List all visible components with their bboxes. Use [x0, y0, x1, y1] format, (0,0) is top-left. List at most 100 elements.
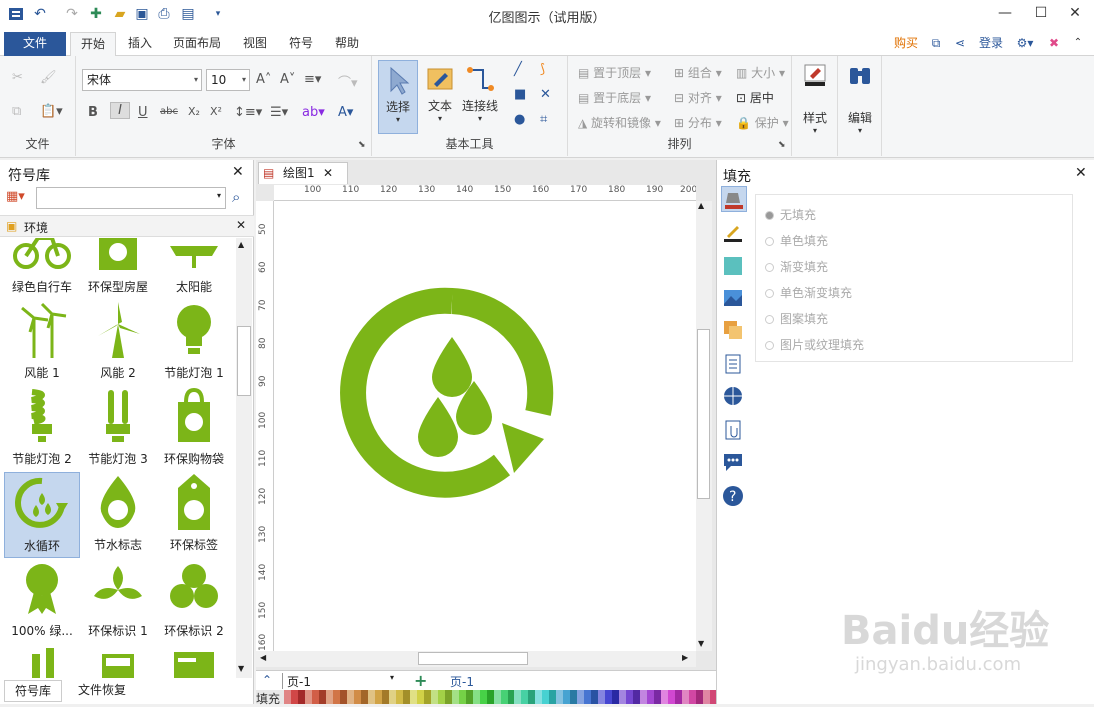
library-menu-icon[interactable]: ▦▾: [6, 189, 25, 204]
scroll-left-icon[interactable]: ◀: [260, 653, 266, 662]
category-header[interactable]: ▣ 环境 ✕: [0, 215, 254, 237]
symbol-bulb-2[interactable]: 节能灯泡 2: [4, 386, 80, 472]
hyperlink-globe-icon[interactable]: [721, 384, 747, 410]
font-dialog-launcher-icon[interactable]: ⬊: [358, 140, 366, 150]
symbol-eco-mark-2[interactable]: 环保标识 2: [156, 558, 232, 644]
connector-tool-button[interactable]: 连接线 ▾: [460, 60, 500, 134]
text-tool-button[interactable]: 文本 ▾: [422, 60, 458, 134]
palette-swatch[interactable]: [549, 690, 557, 704]
fill-option-texture[interactable]: 图片或纹理填充: [765, 336, 864, 353]
palette-swatch[interactable]: [668, 690, 676, 704]
palette-swatch[interactable]: [284, 690, 291, 704]
palette-swatch[interactable]: [563, 690, 571, 704]
palette-swatch[interactable]: [423, 690, 431, 704]
group-button[interactable]: ⊞ 组合 ▾: [674, 64, 722, 81]
cut-icon[interactable]: ✂: [12, 70, 23, 85]
fill-option-solid[interactable]: 单色填充: [765, 232, 828, 249]
palette-swatch[interactable]: [409, 690, 417, 704]
palette-swatch[interactable]: [311, 690, 319, 704]
palette-swatch[interactable]: [675, 690, 683, 704]
font-size-select[interactable]: 10 ▾: [206, 69, 250, 91]
collapse-ribbon-icon[interactable]: ⌃: [1068, 32, 1088, 56]
underline-icon[interactable]: U: [138, 105, 148, 120]
line-style-icon[interactable]: [721, 220, 747, 246]
tab-file[interactable]: 文件: [4, 32, 66, 56]
palette-swatch[interactable]: [486, 690, 494, 704]
image-icon[interactable]: [721, 286, 747, 312]
symbol-bulb-3[interactable]: 节能灯泡 3: [80, 386, 156, 472]
close-icon[interactable]: ✕: [1060, 2, 1090, 24]
page-up-icon[interactable]: ⌃: [262, 673, 272, 687]
grow-font-icon[interactable]: A˄: [256, 72, 271, 87]
symbol-machine[interactable]: [80, 644, 156, 678]
palette-swatch[interactable]: [640, 690, 648, 704]
palette-swatch[interactable]: [290, 690, 298, 704]
font-name-select[interactable]: 宋体 ▾: [82, 69, 202, 91]
palette-swatch[interactable]: [458, 690, 466, 704]
crop-tool-icon[interactable]: ⌗: [540, 112, 547, 127]
document-tab[interactable]: ▤ 绘图1 ✕: [258, 162, 348, 184]
symbol-wind-1[interactable]: 风能 1: [4, 300, 80, 386]
arrange-dialog-launcher-icon[interactable]: ⬊: [778, 140, 786, 150]
palette-swatch[interactable]: [472, 690, 480, 704]
symbol-eco-house[interactable]: 环保型房屋: [80, 238, 156, 300]
symbol-search-input[interactable]: ▾: [36, 187, 226, 209]
scroll-thumb[interactable]: [697, 329, 710, 499]
palette-swatch[interactable]: [661, 690, 669, 704]
select-tool-button[interactable]: 选择 ▾: [378, 60, 418, 134]
library-scrollbar[interactable]: ▲ ▼: [236, 238, 252, 678]
bold-icon[interactable]: B: [88, 105, 98, 120]
fill-option-mono-gradient[interactable]: 单色渐变填充: [765, 284, 852, 301]
tab-symbol-library[interactable]: 符号库: [4, 680, 62, 702]
login-link[interactable]: 登录: [974, 32, 1008, 56]
palette-swatch[interactable]: [430, 690, 438, 704]
drawing-page[interactable]: [274, 201, 696, 651]
help-icon[interactable]: ?: [721, 484, 747, 510]
palette-swatch[interactable]: [682, 690, 690, 704]
close-fill-panel-icon[interactable]: ✕: [1075, 165, 1087, 181]
settings-gear-icon[interactable]: ⚙▾: [1010, 32, 1040, 56]
share-screen-icon[interactable]: ⧉: [926, 32, 946, 56]
color-palette[interactable]: [284, 690, 725, 704]
palette-swatch[interactable]: [507, 690, 515, 704]
fill-option-gradient[interactable]: 渐变填充: [765, 258, 828, 275]
strikethrough-icon[interactable]: abc: [160, 106, 178, 117]
palette-swatch[interactable]: [535, 690, 543, 704]
palette-swatch[interactable]: [570, 690, 578, 704]
comment-icon[interactable]: [721, 450, 747, 476]
page-properties-icon[interactable]: [721, 352, 747, 378]
palette-swatch[interactable]: [577, 690, 585, 704]
scroll-up-icon[interactable]: ▲: [698, 201, 704, 210]
tab-page-layout[interactable]: 页面布局: [168, 32, 226, 56]
palette-swatch[interactable]: [402, 690, 410, 704]
line-tool-icon[interactable]: ╱: [514, 62, 522, 77]
palette-swatch[interactable]: [381, 690, 389, 704]
palette-swatch[interactable]: [528, 690, 536, 704]
close-library-icon[interactable]: ✕: [232, 164, 244, 180]
palette-swatch[interactable]: [514, 690, 522, 704]
palette-swatch[interactable]: [444, 690, 452, 704]
palette-swatch[interactable]: [696, 690, 704, 704]
size-button[interactable]: ▥ 大小 ▾: [736, 64, 785, 81]
palette-swatch[interactable]: [297, 690, 305, 704]
palette-swatch[interactable]: [339, 690, 347, 704]
palette-swatch[interactable]: [304, 690, 312, 704]
close-document-icon[interactable]: ✕: [323, 163, 333, 183]
minimize-icon[interactable]: —: [990, 2, 1020, 24]
paste-icon[interactable]: 📋▾: [40, 104, 63, 119]
palette-swatch[interactable]: [325, 690, 333, 704]
palette-swatch[interactable]: [360, 690, 368, 704]
palette-swatch[interactable]: [591, 690, 599, 704]
scroll-thumb[interactable]: [237, 326, 251, 396]
palette-swatch[interactable]: [647, 690, 655, 704]
symbol-eco-tag[interactable]: 环保标签: [156, 472, 232, 558]
scroll-down-icon[interactable]: ▼: [238, 664, 244, 673]
palette-swatch[interactable]: [542, 690, 550, 704]
page-select[interactable]: 页-1 ▾: [282, 673, 398, 689]
palette-swatch[interactable]: [556, 690, 564, 704]
canvas-vertical-scrollbar[interactable]: ▲ ▼: [696, 201, 712, 651]
line-spacing-icon[interactable]: ↕≡▾: [234, 105, 262, 120]
symbol-wind-2[interactable]: 风能 2: [80, 300, 156, 386]
symbol-solar[interactable]: 太阳能: [156, 238, 232, 300]
rectangle-tool-icon[interactable]: ■: [514, 87, 526, 102]
